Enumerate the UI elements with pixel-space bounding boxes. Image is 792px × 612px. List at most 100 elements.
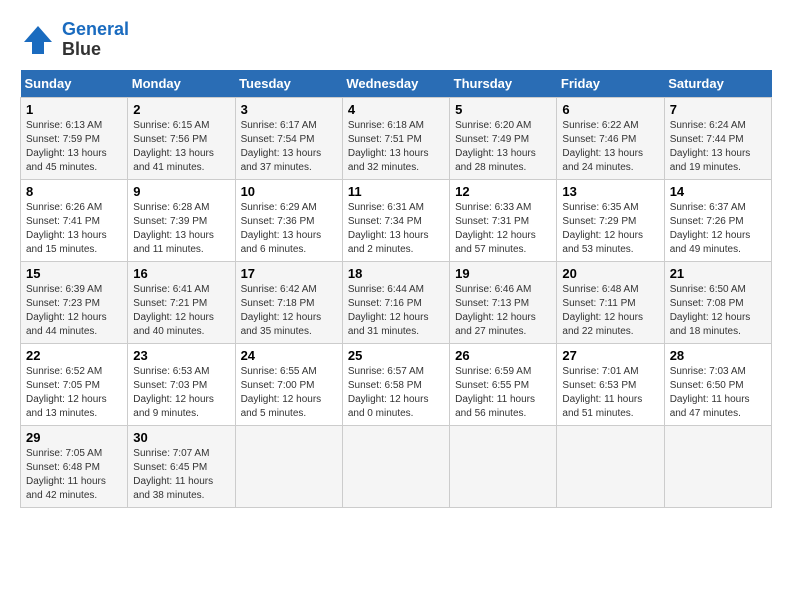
calendar-cell: 6 Sunrise: 6:22 AMSunset: 7:46 PMDaylight… [557, 97, 664, 179]
day-number: 21 [670, 266, 766, 281]
day-number: 23 [133, 348, 229, 363]
calendar-cell [664, 425, 771, 507]
day-number: 28 [670, 348, 766, 363]
day-number: 22 [26, 348, 122, 363]
day-number: 10 [241, 184, 337, 199]
calendar-row: 15 Sunrise: 6:39 AMSunset: 7:23 PMDayligh… [21, 261, 772, 343]
calendar-cell: 3 Sunrise: 6:17 AMSunset: 7:54 PMDaylight… [235, 97, 342, 179]
day-info: Sunrise: 7:07 AMSunset: 6:45 PMDaylight:… [133, 447, 229, 503]
calendar-cell [557, 425, 664, 507]
calendar-cell: 11 Sunrise: 6:31 AMSunset: 7:34 PMDayligh… [342, 179, 449, 261]
day-info: Sunrise: 6:42 AMSunset: 7:18 PMDaylight:… [241, 283, 337, 339]
day-number: 17 [241, 266, 337, 281]
day-number: 24 [241, 348, 337, 363]
day-number: 26 [455, 348, 551, 363]
day-info: Sunrise: 6:17 AMSunset: 7:54 PMDaylight:… [241, 119, 337, 175]
weekday-header-sunday: Sunday [21, 70, 128, 98]
weekday-header-row: SundayMondayTuesdayWednesdayThursdayFrid… [21, 70, 772, 98]
day-number: 30 [133, 430, 229, 445]
calendar-cell: 29 Sunrise: 7:05 AMSunset: 6:48 PMDayligh… [21, 425, 128, 507]
day-number: 5 [455, 102, 551, 117]
day-info: Sunrise: 6:48 AMSunset: 7:11 PMDaylight:… [562, 283, 658, 339]
calendar-cell [235, 425, 342, 507]
calendar-cell: 19 Sunrise: 6:46 AMSunset: 7:13 PMDayligh… [450, 261, 557, 343]
day-number: 18 [348, 266, 444, 281]
day-number: 6 [562, 102, 658, 117]
day-info: Sunrise: 6:15 AMSunset: 7:56 PMDaylight:… [133, 119, 229, 175]
calendar-cell: 25 Sunrise: 6:57 AMSunset: 6:58 PMDayligh… [342, 343, 449, 425]
day-info: Sunrise: 6:37 AMSunset: 7:26 PMDaylight:… [670, 201, 766, 257]
day-info: Sunrise: 6:28 AMSunset: 7:39 PMDaylight:… [133, 201, 229, 257]
day-info: Sunrise: 6:41 AMSunset: 7:21 PMDaylight:… [133, 283, 229, 339]
calendar-cell: 15 Sunrise: 6:39 AMSunset: 7:23 PMDayligh… [21, 261, 128, 343]
day-info: Sunrise: 6:59 AMSunset: 6:55 PMDaylight:… [455, 365, 551, 421]
weekday-header-saturday: Saturday [664, 70, 771, 98]
day-info: Sunrise: 6:22 AMSunset: 7:46 PMDaylight:… [562, 119, 658, 175]
day-number: 3 [241, 102, 337, 117]
calendar-table: SundayMondayTuesdayWednesdayThursdayFrid… [20, 70, 772, 508]
logo-icon [20, 22, 56, 58]
day-number: 25 [348, 348, 444, 363]
calendar-cell: 18 Sunrise: 6:44 AMSunset: 7:16 PMDayligh… [342, 261, 449, 343]
calendar-cell: 28 Sunrise: 7:03 AMSunset: 6:50 PMDayligh… [664, 343, 771, 425]
day-info: Sunrise: 6:55 AMSunset: 7:00 PMDaylight:… [241, 365, 337, 421]
day-info: Sunrise: 6:33 AMSunset: 7:31 PMDaylight:… [455, 201, 551, 257]
calendar-cell: 9 Sunrise: 6:28 AMSunset: 7:39 PMDaylight… [128, 179, 235, 261]
day-number: 13 [562, 184, 658, 199]
calendar-cell: 20 Sunrise: 6:48 AMSunset: 7:11 PMDayligh… [557, 261, 664, 343]
day-info: Sunrise: 7:01 AMSunset: 6:53 PMDaylight:… [562, 365, 658, 421]
calendar-row: 29 Sunrise: 7:05 AMSunset: 6:48 PMDayligh… [21, 425, 772, 507]
calendar-cell: 14 Sunrise: 6:37 AMSunset: 7:26 PMDayligh… [664, 179, 771, 261]
day-info: Sunrise: 6:57 AMSunset: 6:58 PMDaylight:… [348, 365, 444, 421]
day-number: 19 [455, 266, 551, 281]
day-info: Sunrise: 6:39 AMSunset: 7:23 PMDaylight:… [26, 283, 122, 339]
day-number: 29 [26, 430, 122, 445]
day-info: Sunrise: 6:24 AMSunset: 7:44 PMDaylight:… [670, 119, 766, 175]
day-info: Sunrise: 7:03 AMSunset: 6:50 PMDaylight:… [670, 365, 766, 421]
day-number: 4 [348, 102, 444, 117]
day-info: Sunrise: 7:05 AMSunset: 6:48 PMDaylight:… [26, 447, 122, 503]
day-info: Sunrise: 6:35 AMSunset: 7:29 PMDaylight:… [562, 201, 658, 257]
day-info: Sunrise: 6:53 AMSunset: 7:03 PMDaylight:… [133, 365, 229, 421]
calendar-cell: 1 Sunrise: 6:13 AMSunset: 7:59 PMDaylight… [21, 97, 128, 179]
day-number: 16 [133, 266, 229, 281]
weekday-header-wednesday: Wednesday [342, 70, 449, 98]
calendar-cell: 7 Sunrise: 6:24 AMSunset: 7:44 PMDaylight… [664, 97, 771, 179]
calendar-cell [450, 425, 557, 507]
page-header: General Blue [20, 20, 772, 60]
calendar-cell [342, 425, 449, 507]
day-info: Sunrise: 6:52 AMSunset: 7:05 PMDaylight:… [26, 365, 122, 421]
calendar-cell: 2Sunrise: 6:15 AMSunset: 7:56 PMDaylight… [128, 97, 235, 179]
calendar-cell: 30 Sunrise: 7:07 AMSunset: 6:45 PMDayligh… [128, 425, 235, 507]
day-info: Sunrise: 6:31 AMSunset: 7:34 PMDaylight:… [348, 201, 444, 257]
day-info: Sunrise: 6:26 AMSunset: 7:41 PMDaylight:… [26, 201, 122, 257]
day-info: Sunrise: 6:46 AMSunset: 7:13 PMDaylight:… [455, 283, 551, 339]
day-number: 20 [562, 266, 658, 281]
day-number: 8 [26, 184, 122, 199]
day-number: 14 [670, 184, 766, 199]
logo-blue: Blue [62, 39, 101, 59]
calendar-cell: 26 Sunrise: 6:59 AMSunset: 6:55 PMDayligh… [450, 343, 557, 425]
weekday-header-friday: Friday [557, 70, 664, 98]
day-info: Sunrise: 6:13 AMSunset: 7:59 PMDaylight:… [26, 119, 122, 175]
day-number: 15 [26, 266, 122, 281]
calendar-cell: 10Sunrise: 6:29 AMSunset: 7:36 PMDayligh… [235, 179, 342, 261]
logo-general: General [62, 19, 129, 39]
calendar-cell: 4Sunrise: 6:18 AMSunset: 7:51 PMDaylight… [342, 97, 449, 179]
calendar-cell: 16 Sunrise: 6:41 AMSunset: 7:21 PMDayligh… [128, 261, 235, 343]
calendar-cell: 22 Sunrise: 6:52 AMSunset: 7:05 PMDayligh… [21, 343, 128, 425]
day-number: 7 [670, 102, 766, 117]
calendar-cell: 23 Sunrise: 6:53 AMSunset: 7:03 PMDayligh… [128, 343, 235, 425]
calendar-cell: 5Sunrise: 6:20 AMSunset: 7:49 PMDaylight… [450, 97, 557, 179]
calendar-cell: 12 Sunrise: 6:33 AMSunset: 7:31 PMDayligh… [450, 179, 557, 261]
calendar-cell: 27Sunrise: 7:01 AMSunset: 6:53 PMDayligh… [557, 343, 664, 425]
day-info: Sunrise: 6:44 AMSunset: 7:16 PMDaylight:… [348, 283, 444, 339]
day-number: 1 [26, 102, 122, 117]
calendar-cell: 17 Sunrise: 6:42 AMSunset: 7:18 PMDayligh… [235, 261, 342, 343]
day-number: 12 [455, 184, 551, 199]
day-number: 9 [133, 184, 229, 199]
calendar-cell: 13 Sunrise: 6:35 AMSunset: 7:29 PMDayligh… [557, 179, 664, 261]
day-info: Sunrise: 6:50 AMSunset: 7:08 PMDaylight:… [670, 283, 766, 339]
day-number: 11 [348, 184, 444, 199]
weekday-header-tuesday: Tuesday [235, 70, 342, 98]
